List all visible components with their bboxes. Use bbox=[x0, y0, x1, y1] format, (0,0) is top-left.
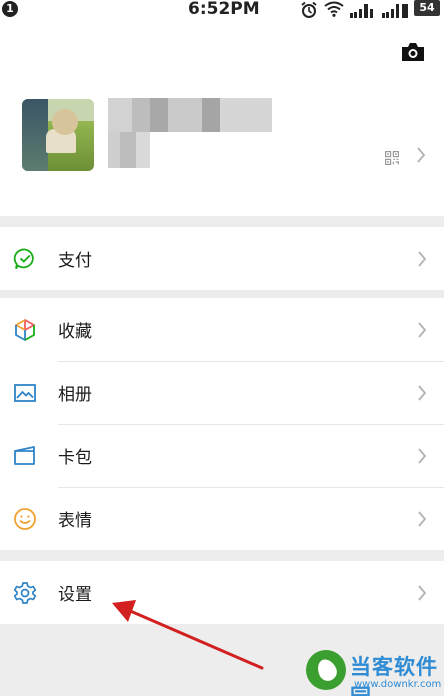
menu-group-settings: 设置 bbox=[0, 561, 444, 624]
notification-badge: 1 bbox=[2, 1, 18, 17]
menu-item-label: 表情 bbox=[58, 511, 92, 531]
alarm-icon bbox=[300, 1, 318, 23]
menu-item-label: 收藏 bbox=[58, 322, 92, 342]
chevron-right-icon bbox=[417, 447, 427, 465]
menu-item-cards[interactable]: 卡包 bbox=[0, 424, 444, 487]
avatar[interactable] bbox=[22, 99, 94, 171]
smiley-icon bbox=[13, 507, 37, 531]
chevron-right-icon bbox=[417, 250, 427, 268]
favorites-cube-icon bbox=[13, 318, 37, 342]
menu-item-album[interactable]: 相册 bbox=[0, 361, 444, 424]
menu-item-settings[interactable]: 设置 bbox=[0, 561, 444, 624]
pay-icon bbox=[13, 247, 37, 271]
wifi-icon bbox=[324, 1, 344, 21]
gear-icon bbox=[13, 581, 37, 605]
menu-group-main: 收藏 相册 卡包 表情 bbox=[0, 298, 444, 550]
menu-item-stickers[interactable]: 表情 bbox=[0, 487, 444, 550]
chevron-right-icon bbox=[417, 510, 427, 528]
menu-item-label: 相册 bbox=[58, 385, 92, 405]
chevron-right-icon bbox=[417, 584, 427, 602]
camera-icon[interactable] bbox=[400, 41, 426, 63]
menu-item-label: 卡包 bbox=[58, 448, 92, 468]
signal-icon bbox=[350, 3, 376, 22]
watermark-logo-icon bbox=[306, 650, 346, 690]
profile-card[interactable] bbox=[0, 22, 444, 216]
status-bar: 1 6:52PM 54 bbox=[0, 0, 444, 22]
chevron-right-icon bbox=[417, 384, 427, 402]
status-time: 6:52PM bbox=[188, 0, 260, 19]
menu-item-pay[interactable]: 支付 bbox=[0, 227, 444, 290]
menu-item-label: 设置 bbox=[58, 585, 92, 605]
chevron-right-icon bbox=[416, 146, 426, 164]
battery-indicator: 54 bbox=[414, 0, 440, 16]
chevron-right-icon bbox=[417, 321, 427, 339]
menu-item-favorites[interactable]: 收藏 bbox=[0, 298, 444, 361]
menu-group-pay: 支付 bbox=[0, 227, 444, 290]
watermark-url: www.downkr.com bbox=[354, 679, 442, 690]
card-wallet-icon bbox=[13, 444, 37, 468]
menu-item-label: 支付 bbox=[58, 251, 92, 271]
album-icon bbox=[13, 381, 37, 405]
watermark: 当客软件园 www.downkr.com bbox=[304, 648, 444, 696]
qr-code-icon[interactable] bbox=[385, 150, 399, 165]
signal-icon bbox=[382, 3, 410, 22]
